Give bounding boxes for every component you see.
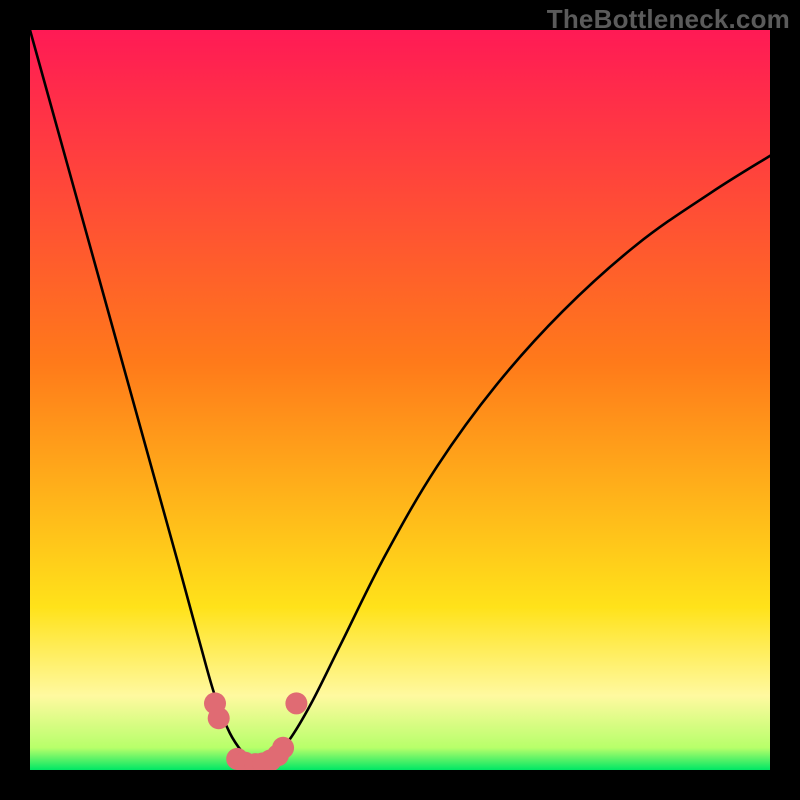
watermark-text: TheBottleneck.com xyxy=(547,4,790,35)
chart-frame: TheBottleneck.com xyxy=(0,0,800,800)
plot-area xyxy=(30,30,770,770)
curve-marker xyxy=(208,707,230,729)
curve-marker xyxy=(285,692,307,714)
gradient-background xyxy=(30,30,770,770)
curve-marker xyxy=(272,737,294,759)
chart-svg xyxy=(30,30,770,770)
